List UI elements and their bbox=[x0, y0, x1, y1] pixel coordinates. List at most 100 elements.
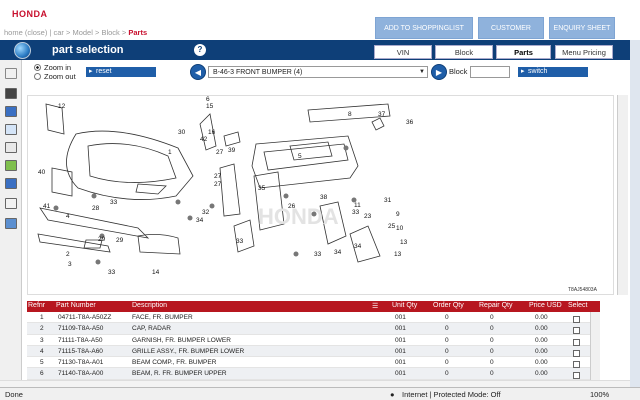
callout-27[interactable]: 27 bbox=[214, 173, 222, 180]
next-block-button[interactable]: ▶ bbox=[431, 64, 447, 80]
callout-34[interactable]: 34 bbox=[334, 249, 342, 256]
filter-icon[interactable]: ☰ bbox=[372, 302, 378, 310]
layers-icon[interactable] bbox=[5, 178, 17, 189]
col-order-qty[interactable]: Order Qty bbox=[433, 302, 464, 309]
col-description[interactable]: Description bbox=[132, 302, 167, 309]
switch-button[interactable]: switch bbox=[518, 67, 588, 77]
callout-1[interactable]: 1 bbox=[168, 149, 172, 156]
callout-8[interactable]: 8 bbox=[348, 111, 352, 118]
cell-part: 71109-T8A-A50 bbox=[58, 325, 104, 333]
col-refnr[interactable]: Refnr bbox=[28, 302, 45, 309]
callout-33[interactable]: 33 bbox=[314, 251, 322, 258]
callout-37[interactable]: 37 bbox=[378, 111, 386, 118]
callout-23[interactable]: 23 bbox=[364, 213, 372, 220]
table-row[interactable]: 4 71115-T8A-A60 GRILLE ASSY., FR. BUMPER L… bbox=[27, 345, 600, 358]
callout-13[interactable]: 13 bbox=[400, 239, 408, 246]
tab-menu-pricing[interactable]: Menu Pricing bbox=[555, 45, 613, 59]
callout-5[interactable]: 5 bbox=[298, 153, 302, 160]
tab-parts[interactable]: Parts bbox=[496, 45, 551, 59]
honda-logo[interactable]: HONDA bbox=[12, 9, 48, 19]
horizontal-scrollbar[interactable] bbox=[0, 380, 630, 387]
cell-unit: 001 bbox=[395, 336, 406, 344]
callout-15[interactable]: 15 bbox=[206, 103, 214, 110]
arrows-icon[interactable] bbox=[5, 106, 17, 117]
callout-6[interactable]: 6 bbox=[206, 96, 210, 103]
callout-33[interactable]: 33 bbox=[110, 199, 118, 206]
previous-block-button[interactable]: ◀ bbox=[190, 64, 206, 80]
callout-11[interactable]: 11 bbox=[354, 202, 361, 209]
callout-3[interactable]: 3 bbox=[68, 261, 72, 268]
add-to-shoppinglist-button[interactable]: ADD TO SHOPPINGLIST bbox=[375, 17, 473, 39]
callout-26[interactable]: 26 bbox=[288, 203, 296, 210]
camera-icon[interactable] bbox=[5, 88, 17, 99]
status-text: Done bbox=[5, 390, 23, 399]
print-icon[interactable] bbox=[5, 68, 17, 79]
zoom-level[interactable]: 100% bbox=[590, 390, 609, 399]
callout-41[interactable]: 41 bbox=[43, 203, 51, 210]
breadcrumb-car[interactable]: car bbox=[53, 28, 63, 37]
zoom-out-radio[interactable]: Zoom out bbox=[34, 72, 76, 81]
enquiry-sheet-button[interactable]: ENQUIRY SHEET bbox=[549, 17, 615, 39]
callout-27[interactable]: 27 bbox=[216, 149, 224, 156]
window-icon[interactable] bbox=[5, 124, 17, 135]
customer-button[interactable]: CUSTOMER bbox=[478, 17, 544, 39]
cell-unit: 001 bbox=[395, 325, 406, 333]
reset-button[interactable]: reset bbox=[86, 67, 156, 77]
block-select[interactable]: B-46-3 FRONT BUMPER (4) ▼ bbox=[208, 66, 428, 78]
callout-32[interactable]: 32 bbox=[202, 209, 210, 216]
callout-28[interactable]: 28 bbox=[92, 205, 100, 212]
callout-30[interactable]: 30 bbox=[178, 129, 186, 136]
callout-4[interactable]: 4 bbox=[66, 213, 70, 220]
table-scrollbar[interactable] bbox=[590, 312, 600, 380]
tab-vin[interactable]: VIN bbox=[374, 45, 432, 59]
breadcrumb-model[interactable]: Model bbox=[72, 28, 92, 37]
save-icon[interactable] bbox=[5, 218, 17, 229]
callout-35[interactable]: 35 bbox=[258, 185, 266, 192]
callout-31[interactable]: 31 bbox=[384, 197, 392, 204]
callout-16[interactable]: 16 bbox=[208, 129, 216, 136]
callout-40[interactable]: 40 bbox=[38, 169, 46, 176]
callout-36[interactable]: 36 bbox=[406, 119, 414, 126]
callout-13[interactable]: 13 bbox=[394, 251, 402, 258]
callout-12[interactable]: 12 bbox=[58, 103, 66, 110]
callout-38[interactable]: 38 bbox=[320, 194, 328, 201]
callout-14[interactable]: 14 bbox=[152, 269, 160, 276]
table-row[interactable]: 5 71130-T8A-A01 BEAM COMP., FR. BUMPER 001 0… bbox=[27, 357, 600, 369]
callout-33[interactable]: 33 bbox=[108, 269, 116, 276]
callout-9[interactable]: 9 bbox=[396, 211, 400, 218]
col-unit-qty[interactable]: Unit Qty bbox=[392, 302, 417, 309]
col-repair-qty[interactable]: Repair Qty bbox=[479, 302, 512, 309]
callout-42[interactable]: 42 bbox=[200, 136, 208, 143]
callout-39[interactable]: 39 bbox=[228, 147, 236, 154]
callout-2[interactable]: 2 bbox=[66, 251, 70, 258]
diagram-scrollbar[interactable] bbox=[617, 95, 628, 295]
document-icon[interactable] bbox=[5, 142, 17, 153]
color-icon[interactable] bbox=[5, 160, 17, 171]
breadcrumb-home[interactable]: home (close) bbox=[4, 28, 47, 37]
parts-diagram[interactable]: HONDA 12 1 6 15 30 42 16 5 8 37 36 3 27 39 27 40 27 41 28 3… bbox=[27, 95, 614, 295]
tab-block[interactable]: Block bbox=[435, 45, 493, 59]
table-row[interactable]: 2 71109-T8A-A50 CAP, RADAR 001 0 0 0.00 bbox=[27, 323, 600, 335]
table-row[interactable]: 6 71140-T8A-A00 BEAM, R. FR. BUMPER UPPER 0… bbox=[27, 368, 600, 380]
callout-34[interactable]: 34 bbox=[354, 243, 362, 250]
breadcrumb-block[interactable]: Block bbox=[101, 28, 119, 37]
callout-27[interactable]: 27 bbox=[214, 181, 222, 188]
block-input[interactable] bbox=[470, 66, 510, 78]
col-part-number[interactable]: Part Number bbox=[56, 302, 96, 309]
callout-10[interactable]: 10 bbox=[396, 225, 404, 232]
zoom-in-radio[interactable]: Zoom in bbox=[34, 63, 71, 72]
help-icon[interactable]: ? bbox=[194, 44, 206, 56]
callout-34[interactable]: 34 bbox=[196, 217, 204, 224]
table-row[interactable]: 1 04711-T8A-A50ZZ FACE, FR. BUMPER 001 0 0 0.0… bbox=[27, 312, 600, 324]
callout-29[interactable]: 29 bbox=[98, 236, 106, 243]
tool-icon[interactable] bbox=[5, 198, 17, 209]
callout-33[interactable]: 33 bbox=[236, 238, 244, 245]
table-row[interactable]: 3 71111-T8A-A50 GARNISH, FR. BUMPER LOWER 0… bbox=[27, 335, 600, 346]
col-select[interactable]: Select bbox=[568, 302, 587, 309]
callout-33[interactable]: 33 bbox=[352, 209, 360, 216]
cell-price: 0.00 bbox=[535, 336, 548, 344]
callout-25[interactable]: 25 bbox=[388, 223, 396, 230]
cell-price: 0.00 bbox=[535, 325, 548, 333]
col-price[interactable]: Price USD bbox=[529, 302, 562, 309]
callout-29[interactable]: 29 bbox=[116, 237, 124, 244]
